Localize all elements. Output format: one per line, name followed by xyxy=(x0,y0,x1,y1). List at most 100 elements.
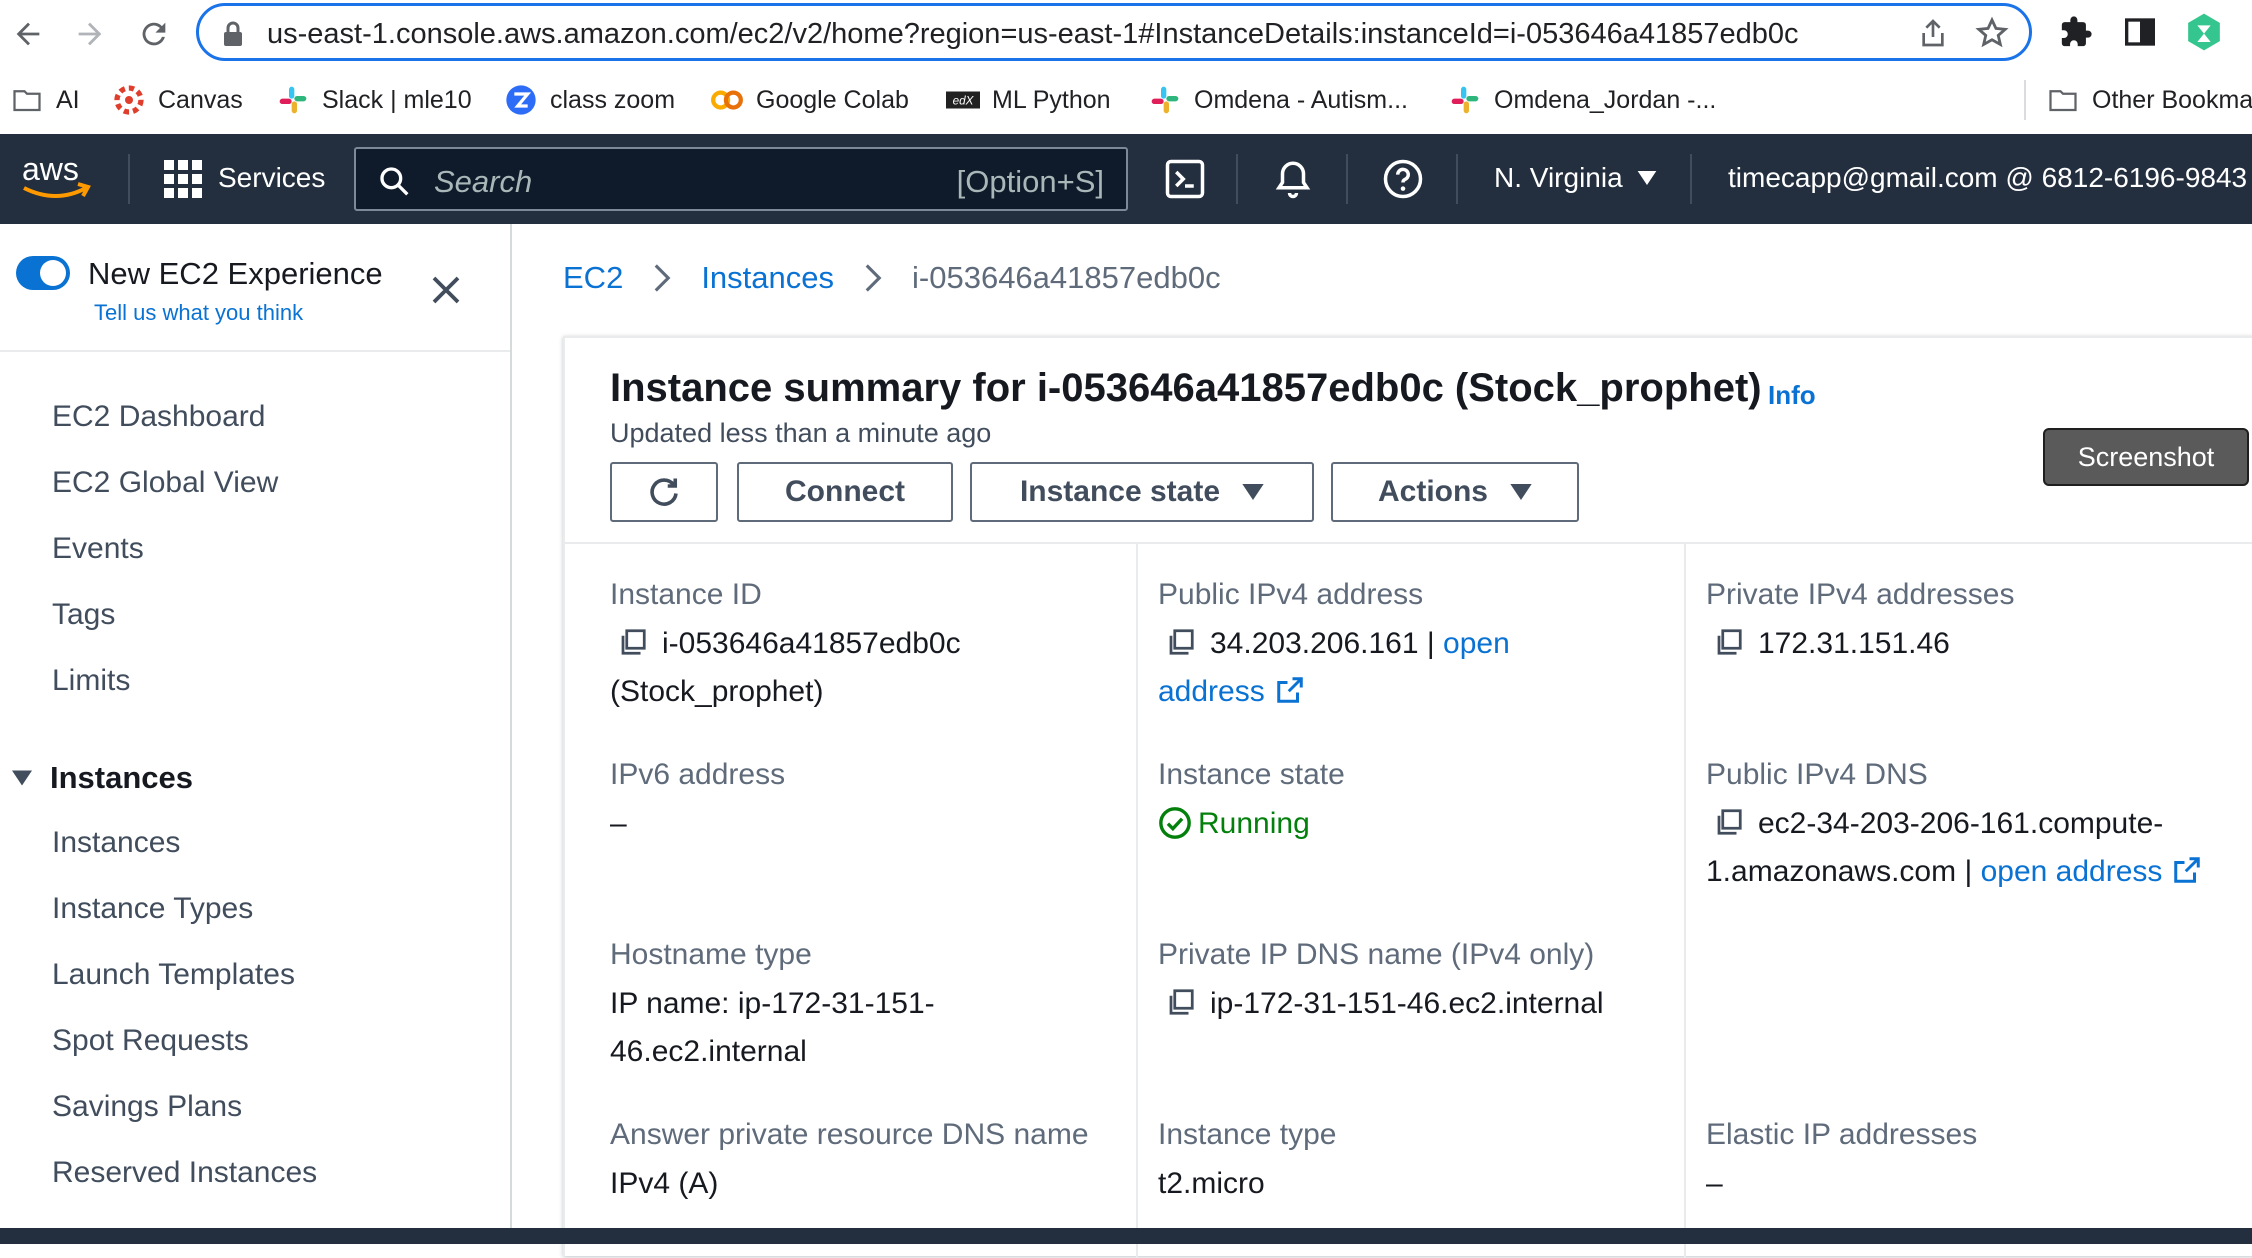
help-icon[interactable] xyxy=(1382,158,1424,200)
instance-type-label: Instance type xyxy=(1158,1118,1337,1151)
sidebar-item-reserved-instances[interactable]: Reserved Instances xyxy=(52,1156,317,1190)
copy-icon[interactable] xyxy=(1714,807,1744,837)
sidebar-item-savings-plans[interactable]: Savings Plans xyxy=(52,1090,242,1124)
address-bar[interactable]: us-east-1.console.aws.amazon.com/ec2/v2/… xyxy=(196,3,2032,61)
copy-icon[interactable] xyxy=(1166,987,1196,1017)
share-icon[interactable] xyxy=(1917,17,1949,49)
page-title: Instance summary for i-053646a41857edb0c… xyxy=(610,366,1762,410)
copy-icon[interactable] xyxy=(1166,627,1196,657)
public-ipv4-text: 34.203.206.161 xyxy=(1210,627,1419,660)
bookmark-label: Other Bookmarks xyxy=(2092,85,2252,114)
sidebar-item-ec2-dashboard[interactable]: EC2 Dashboard xyxy=(52,400,265,434)
search-input[interactable]: Search [Option+S] xyxy=(354,147,1128,211)
profile-avatar-icon[interactable] xyxy=(2184,12,2224,52)
sidebar-item-spot-requests[interactable]: Spot Requests xyxy=(52,1024,249,1058)
connect-button[interactable]: Connect xyxy=(737,462,953,522)
private-ipv4-text: 172.31.151.46 xyxy=(1758,627,1950,660)
sidebar-item-launch-templates[interactable]: Launch Templates xyxy=(52,958,295,992)
sidebar-item-ec2-global-view[interactable]: EC2 Global View xyxy=(52,466,278,500)
public-dns-text: 1.amazonaws.com xyxy=(1706,855,1957,888)
nav-divider xyxy=(1236,154,1238,204)
instance-state-value: Running xyxy=(1158,800,1310,848)
elastic-ip-label: Elastic IP addresses xyxy=(1706,1118,1978,1151)
canvas-icon xyxy=(112,83,146,117)
account-menu[interactable]: timecapp@gmail.com @ 6812-6196-9843 xyxy=(1728,162,2247,194)
bookmark-other[interactable]: Other Bookmarks xyxy=(2046,80,2252,120)
bookmark-canvas[interactable]: Canvas xyxy=(112,80,243,120)
bookmarks-separator xyxy=(2024,80,2026,120)
cloudshell-icon[interactable] xyxy=(1164,158,1206,200)
chevron-right-icon xyxy=(865,264,882,292)
url-text: us-east-1.console.aws.amazon.com/ec2/v2/… xyxy=(267,18,1799,50)
bookmark-label: ML Python xyxy=(992,85,1111,114)
sidebar-section-instances[interactable]: Instances xyxy=(12,760,193,796)
bookmark-omdena-jordan[interactable]: Omdena_Jordan -... xyxy=(1448,80,1716,120)
reload-button[interactable] xyxy=(126,6,182,62)
open-address-link[interactable]: address xyxy=(1158,675,1265,708)
public-dns-value: ec2-34-203-206-161.compute- 1.amazonaws.… xyxy=(1706,800,2252,896)
folder-icon xyxy=(10,83,44,117)
extensions-icon[interactable] xyxy=(2056,12,2096,52)
bookmark-ml-python[interactable]: edX ML Python xyxy=(946,80,1111,120)
forward-button[interactable] xyxy=(62,6,118,62)
instance-name-text: (Stock_prophet) xyxy=(610,675,824,708)
open-address-link[interactable]: open address xyxy=(1981,855,2163,888)
side-panel-icon[interactable] xyxy=(2120,12,2160,52)
svg-text:edX: edX xyxy=(953,94,975,107)
bookmark-google-colab[interactable]: Google Colab xyxy=(710,80,909,120)
footer-bar xyxy=(0,1228,2252,1244)
caret-down-icon xyxy=(1242,484,1264,500)
feedback-link[interactable]: Tell us what you think xyxy=(94,300,303,326)
caret-down-icon xyxy=(1637,171,1656,185)
forward-arrow-icon xyxy=(78,22,102,46)
breadcrumb-ec2[interactable]: EC2 xyxy=(563,260,623,296)
region-selector[interactable]: N. Virginia xyxy=(1494,162,1657,194)
experience-title: New EC2 Experience xyxy=(88,256,383,291)
bookmark-ai[interactable]: AI xyxy=(10,80,80,120)
column-divider xyxy=(1684,544,1686,1258)
actions-button[interactable]: Actions xyxy=(1331,462,1579,522)
public-dns-text: ec2-34-203-206-161.compute- xyxy=(1758,807,2164,840)
back-button[interactable] xyxy=(0,6,56,62)
search-placeholder: Search xyxy=(434,164,533,199)
nav-divider xyxy=(1346,154,1348,204)
sidebar-item-events[interactable]: Events xyxy=(52,532,144,566)
external-link-icon[interactable] xyxy=(1275,675,1305,705)
bookmark-label: Canvas xyxy=(158,85,243,114)
sidebar-item-instances[interactable]: Instances xyxy=(52,826,180,860)
instance-state-button[interactable]: Instance state xyxy=(970,462,1314,522)
sidebar-item-instance-types[interactable]: Instance Types xyxy=(52,892,253,926)
services-grid-icon[interactable] xyxy=(164,160,202,198)
aws-logo[interactable]: aws xyxy=(20,150,94,206)
caret-down-icon xyxy=(12,770,32,786)
copy-icon[interactable] xyxy=(618,627,648,657)
bookmark-slack-mle10[interactable]: Slack | mle10 xyxy=(276,80,472,120)
new-experience-toggle[interactable] xyxy=(16,256,70,290)
colab-icon xyxy=(710,83,744,117)
close-icon[interactable] xyxy=(428,272,464,308)
open-address-link[interactable]: open xyxy=(1443,627,1510,660)
bookmark-star-icon[interactable] xyxy=(1975,16,2009,50)
sidebar-item-limits[interactable]: Limits xyxy=(52,664,130,698)
bookmark-omdena-autism[interactable]: Omdena - Autism... xyxy=(1148,80,1408,120)
bookmark-class-zoom[interactable]: class zoom xyxy=(504,80,675,120)
public-dns-label: Public IPv4 DNS xyxy=(1706,758,1928,791)
services-menu[interactable]: Services xyxy=(218,162,325,194)
copy-icon[interactable] xyxy=(1714,627,1744,657)
back-arrow-icon xyxy=(16,22,40,46)
notifications-bell-icon[interactable] xyxy=(1272,158,1314,200)
separator: | xyxy=(1426,627,1435,660)
bookmark-label: Google Colab xyxy=(756,85,909,114)
ipv6-value: – xyxy=(610,807,627,840)
info-link[interactable]: Info xyxy=(1768,380,1816,411)
refresh-button[interactable] xyxy=(610,462,718,522)
external-link-icon[interactable] xyxy=(2172,855,2202,885)
public-ipv4-value: 34.203.206.161 | open address xyxy=(1158,620,1658,716)
private-ipv4-label: Private IPv4 addresses xyxy=(1706,578,2015,611)
breadcrumb-instances[interactable]: Instances xyxy=(701,260,834,296)
screenshot-button[interactable]: Screenshot xyxy=(2043,428,2249,486)
hostname-text: IP name: ip-172-31-151- xyxy=(610,987,935,1020)
elastic-ip-value: – xyxy=(1706,1167,1723,1200)
check-circle-icon xyxy=(1159,807,1191,839)
sidebar-item-tags[interactable]: Tags xyxy=(52,598,115,632)
